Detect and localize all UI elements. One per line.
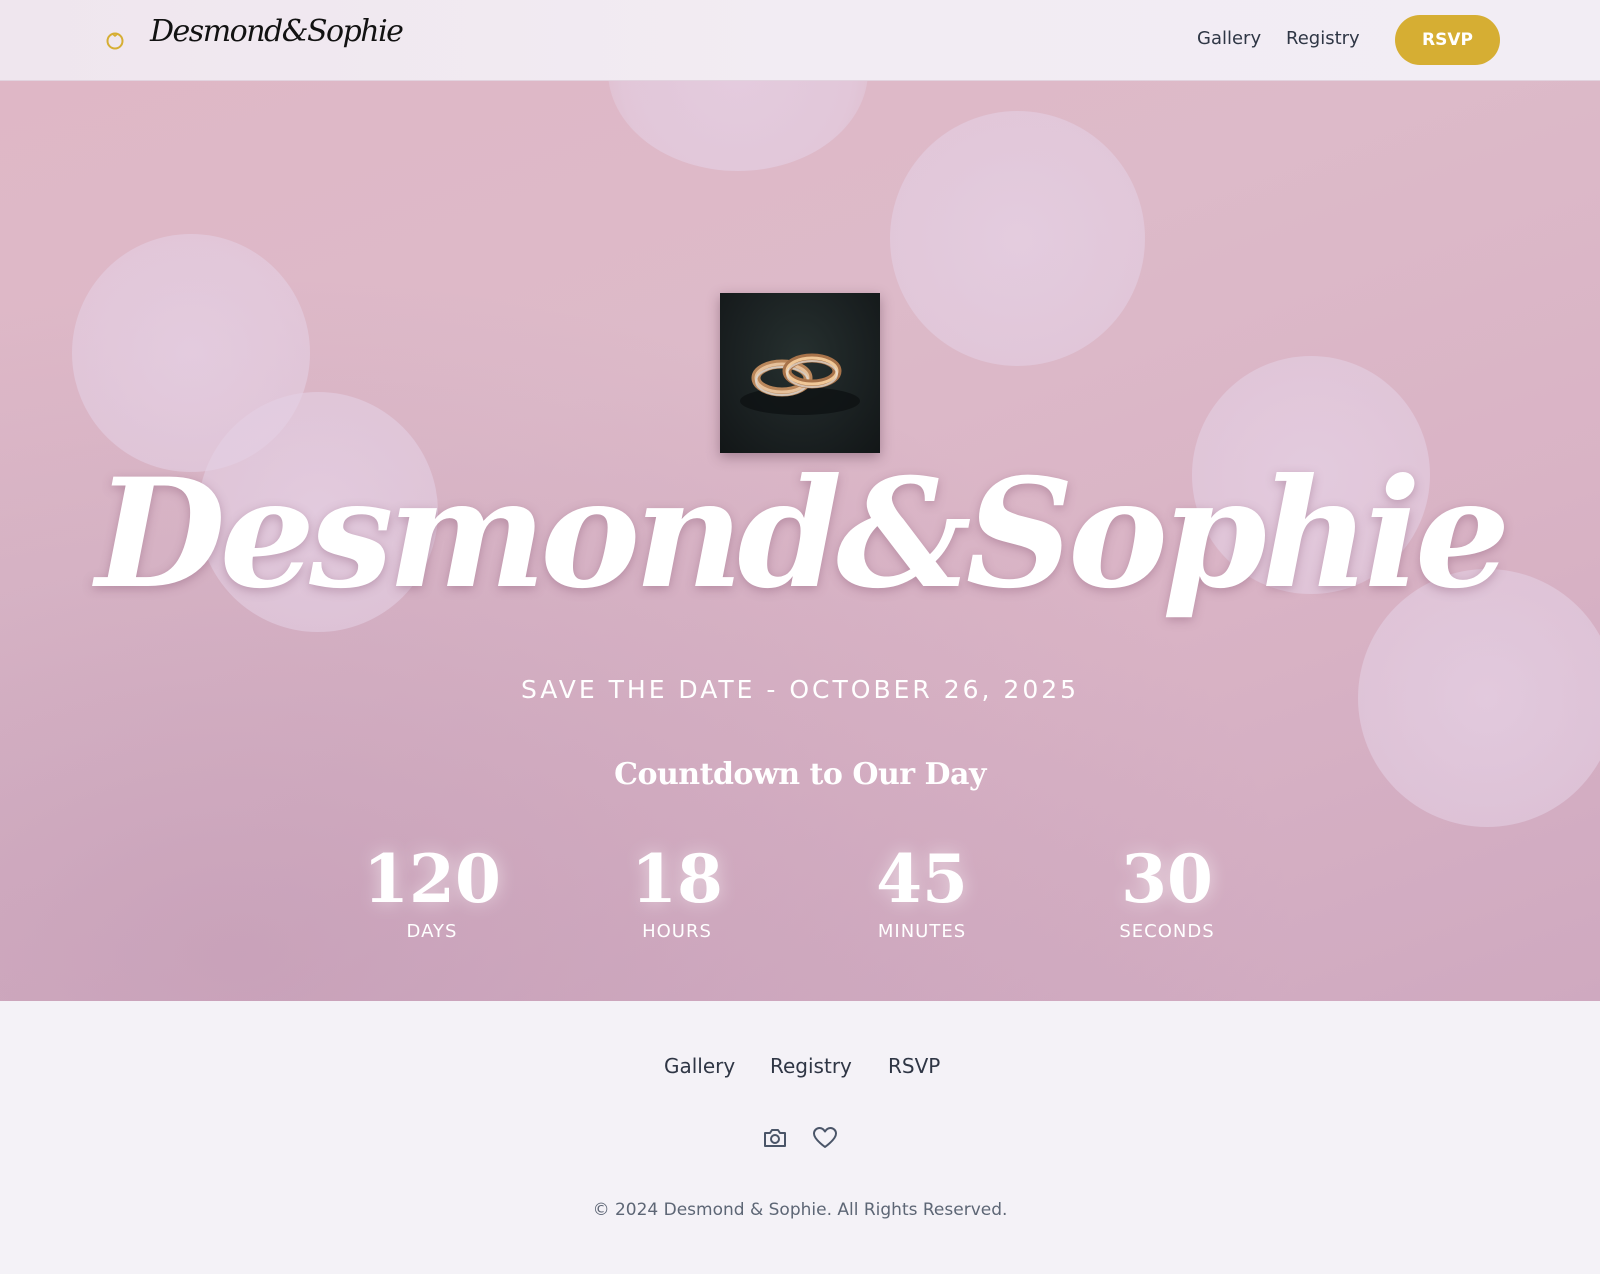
countdown-days-label: DAYS bbox=[406, 921, 458, 942]
countdown-hours-value: 18 bbox=[631, 840, 723, 918]
site-header: Desmond&Sophie Gallery Registry RSVP bbox=[0, 0, 1600, 81]
countdown-seconds: 30 SECONDS bbox=[1067, 839, 1267, 942]
nav-registry-link[interactable]: Registry bbox=[1286, 28, 1360, 49]
copyright-text: © 2024 Desmond & Sophie. All Rights Rese… bbox=[592, 1200, 1008, 1220]
site-footer: Gallery Registry RSVP © 2024 Desmond & S… bbox=[0, 1001, 1600, 1274]
countdown-seconds-label: SECONDS bbox=[1119, 921, 1215, 942]
save-the-date-text: SAVE THE DATE - OCTOBER 26, 2025 bbox=[520, 675, 1080, 704]
footer-rsvp-link[interactable]: RSVP bbox=[888, 1054, 940, 1078]
countdown-heading: Countdown to Our Day bbox=[614, 757, 986, 792]
rsvp-button[interactable]: RSVP bbox=[1395, 15, 1500, 65]
nav-gallery-link[interactable]: Gallery bbox=[1197, 28, 1261, 49]
couple-names-title: Desmond&Sophie bbox=[95, 446, 1511, 622]
wedding-rings-photo bbox=[720, 293, 880, 453]
heart-icon[interactable] bbox=[811, 1124, 839, 1152]
hero-section: Desmond&Sophie SAVE THE DATE - OCTOBER 2… bbox=[0, 81, 1600, 1001]
brand-logo-text[interactable]: Desmond&Sophie bbox=[150, 14, 404, 49]
footer-registry-link[interactable]: Registry bbox=[770, 1054, 852, 1078]
bokeh-light bbox=[890, 111, 1145, 366]
countdown-days-value: 120 bbox=[363, 840, 501, 918]
footer-gallery-link[interactable]: Gallery bbox=[664, 1054, 735, 1078]
countdown-hours: 18 HOURS bbox=[577, 839, 777, 942]
countdown-hours-label: HOURS bbox=[642, 921, 712, 942]
countdown-minutes-value: 45 bbox=[876, 840, 968, 918]
ring-logo-icon bbox=[105, 30, 125, 50]
countdown-minutes-label: MINUTES bbox=[877, 921, 967, 942]
countdown-minutes: 45 MINUTES bbox=[822, 839, 1022, 942]
countdown-seconds-value: 30 bbox=[1121, 840, 1213, 918]
countdown-days: 120 DAYS bbox=[332, 839, 532, 942]
camera-icon[interactable] bbox=[761, 1124, 789, 1152]
